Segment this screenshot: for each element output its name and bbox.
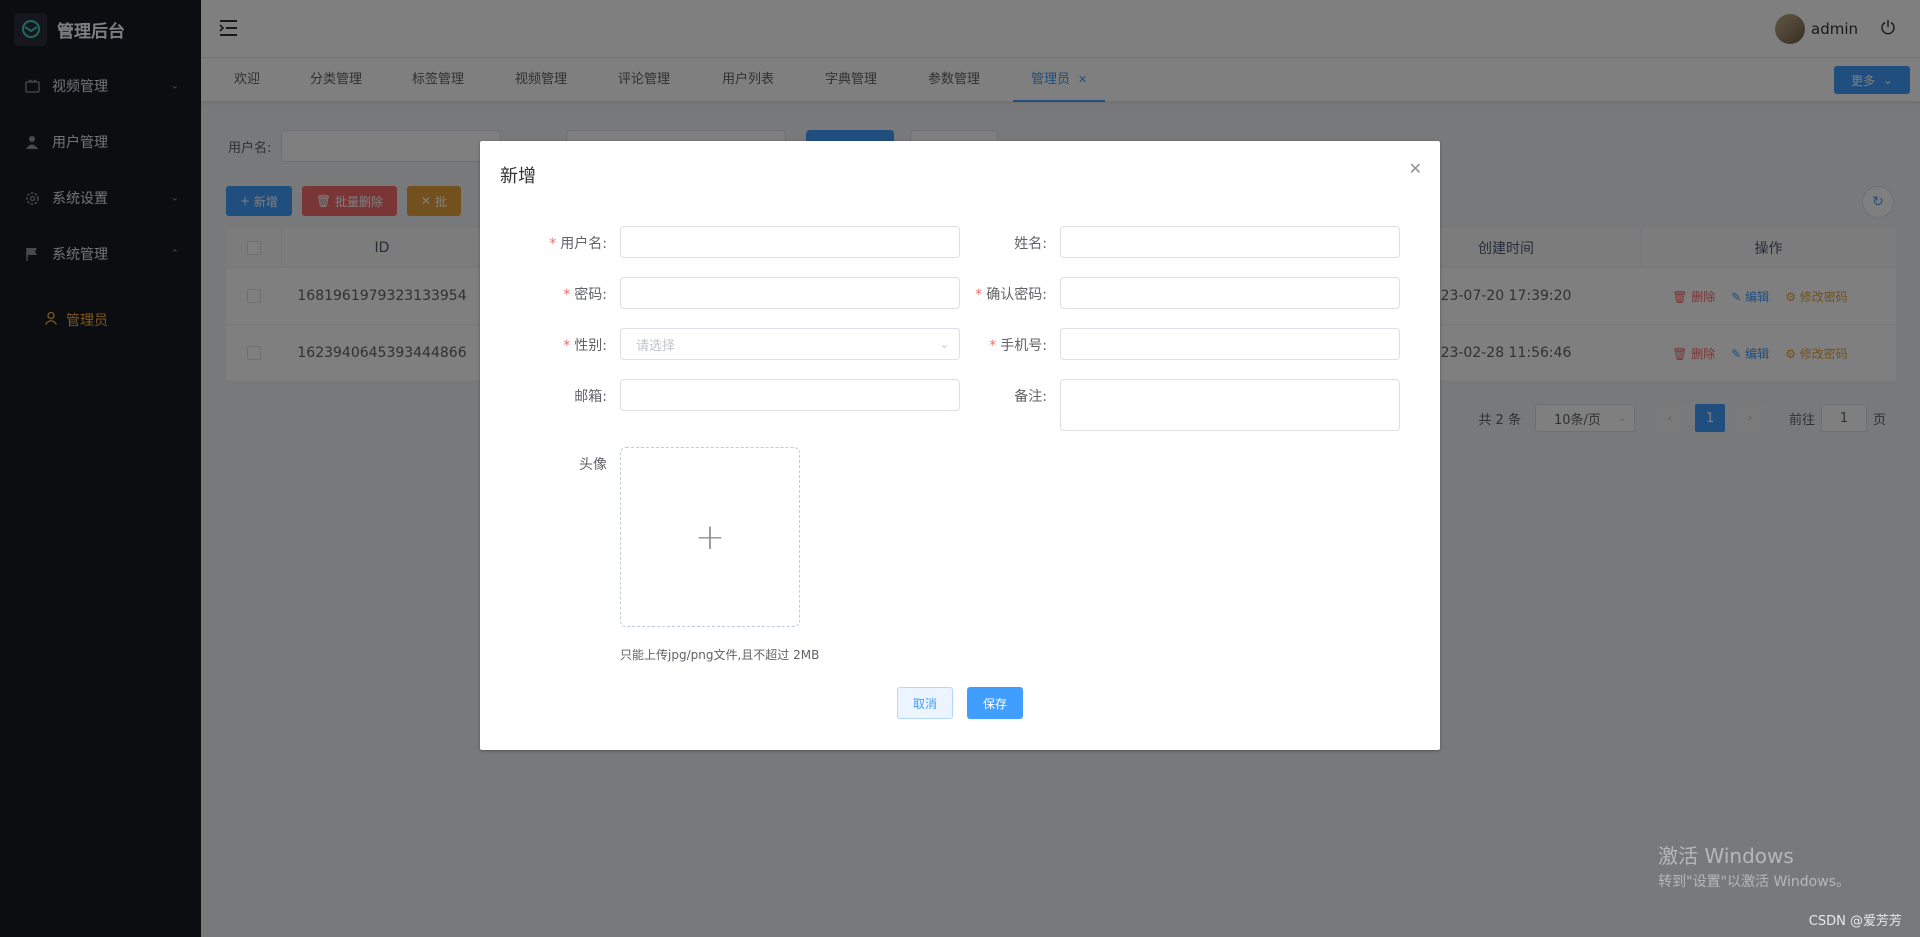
confirm-password-label: * 确认密码: bbox=[975, 287, 1047, 303]
remark-label: 备注: bbox=[1014, 389, 1047, 405]
phone-field[interactable] bbox=[1060, 328, 1400, 360]
name-label: 姓名: bbox=[1014, 236, 1047, 252]
password-field[interactable] bbox=[620, 277, 960, 309]
email-field[interactable] bbox=[620, 379, 960, 411]
password-label-text: 密码: bbox=[574, 287, 607, 303]
avatar-label: 头像 bbox=[579, 457, 607, 473]
upload-tip: 只能上传jpg/png文件,且不超过 2MB bbox=[620, 648, 820, 662]
csdn-watermark: CSDN @爱芳芳 bbox=[1808, 914, 1902, 929]
gender-select[interactable]: 请选择 ⌄ bbox=[620, 328, 960, 360]
windows-watermark: 激活 Windows 转到"设置"以激活 Windows。 bbox=[1658, 840, 1850, 891]
username-field[interactable] bbox=[620, 226, 960, 258]
username-label-text: 用户名: bbox=[560, 236, 607, 252]
gender-label-text: 性别: bbox=[574, 338, 607, 354]
gender-label: * 性别: bbox=[563, 338, 607, 354]
close-icon[interactable]: ✕ bbox=[1409, 159, 1422, 178]
email-label: 邮箱: bbox=[574, 389, 607, 405]
dialog-title: 新增 bbox=[500, 166, 536, 187]
remark-textarea[interactable] bbox=[1060, 379, 1400, 431]
username-label: * 用户名: bbox=[549, 236, 607, 252]
password-label: * 密码: bbox=[563, 287, 607, 303]
confirm-password-field[interactable] bbox=[1060, 277, 1400, 309]
watermark-line2: 转到"设置"以激活 Windows。 bbox=[1658, 874, 1850, 890]
phone-label-text: 手机号: bbox=[1000, 338, 1047, 354]
phone-label: * 手机号: bbox=[989, 338, 1047, 354]
gender-placeholder: 请选择 bbox=[636, 338, 676, 354]
cancel-button[interactable]: 取消 bbox=[897, 687, 953, 719]
confirm-password-label-text: 确认密码: bbox=[986, 287, 1047, 303]
plus-icon: + bbox=[694, 516, 726, 558]
name-field[interactable] bbox=[1060, 226, 1400, 258]
watermark-line1: 激活 Windows bbox=[1658, 844, 1794, 868]
save-button[interactable]: 保存 bbox=[967, 687, 1023, 719]
avatar-upload[interactable]: + bbox=[620, 447, 800, 627]
add-dialog: 新增 ✕ * 用户名: 姓名: * 密码: * 确认密码: * 性别: 请选择 ⌄ * 手… bbox=[480, 141, 1440, 750]
